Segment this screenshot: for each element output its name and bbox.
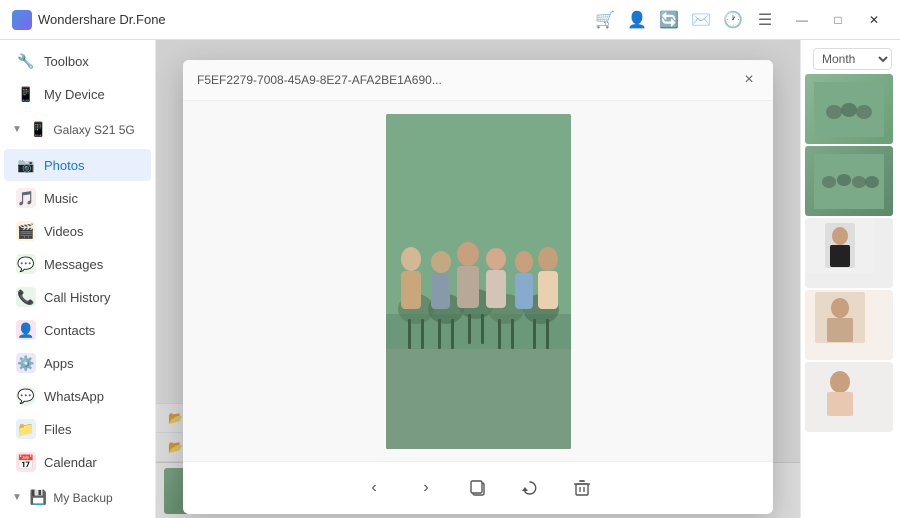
rotate-icon bbox=[521, 479, 539, 497]
messages-icon: 💬 bbox=[16, 254, 36, 274]
sidebar-item-my-device[interactable]: 📱 My Device bbox=[4, 78, 151, 110]
music-icon: 🎵 bbox=[16, 188, 36, 208]
titlebar: Wondershare Dr.Fone 🛒 👤 🔄 ✉️ 🕐 ☰ — □ ✕ bbox=[0, 0, 900, 40]
delete-button[interactable] bbox=[566, 472, 598, 504]
thumb-img-2 bbox=[814, 154, 884, 209]
files-icon: 📁 bbox=[16, 419, 36, 439]
maximize-button[interactable]: □ bbox=[824, 11, 852, 29]
sidebar-label-call-history: Call History bbox=[44, 290, 110, 305]
delete-icon bbox=[573, 479, 591, 497]
backup-caret: ▼ bbox=[12, 492, 22, 503]
thumb-grid bbox=[801, 74, 900, 436]
sidebar-label-messages: Messages bbox=[44, 257, 103, 272]
month-select[interactable]: Month January February March bbox=[813, 48, 892, 70]
thumb-img-3 bbox=[805, 218, 875, 273]
sidebar-item-toolbox[interactable]: 🔧 Toolbox bbox=[4, 45, 151, 77]
sidebar-label-contacts: Contacts bbox=[44, 323, 95, 338]
sidebar-item-messages[interactable]: 💬 Messages bbox=[4, 248, 151, 280]
user-icon[interactable]: 👤 bbox=[628, 11, 646, 29]
apps-icon: ⚙️ bbox=[16, 353, 36, 373]
modal-title: F5EF2279-7008-45A9-8E27-AFA2BE1A690... bbox=[197, 73, 442, 87]
backup-icon: 💾 bbox=[30, 489, 47, 506]
window-controls: — □ ✕ bbox=[788, 11, 888, 29]
thumb-item-1[interactable] bbox=[805, 74, 893, 144]
sidebar-label-toolbox: Toolbox bbox=[44, 54, 89, 69]
app-icon bbox=[12, 10, 32, 30]
sidebar-top-section: 🔧 Toolbox 📱 My Device bbox=[0, 40, 155, 115]
call-history-icon: 📞 bbox=[16, 287, 36, 307]
backup-label-text: My Backup bbox=[53, 491, 112, 505]
app-title: Wondershare Dr.Fone bbox=[38, 12, 166, 27]
copy-button[interactable] bbox=[462, 472, 494, 504]
whatsapp-icon: 💬 bbox=[16, 386, 36, 406]
photo-image bbox=[386, 114, 571, 449]
sidebar-label-videos: Videos bbox=[44, 224, 84, 239]
minimize-button[interactable]: — bbox=[788, 11, 816, 29]
sidebar-label-calendar: Calendar bbox=[44, 455, 97, 470]
device-name: Galaxy S21 5G bbox=[53, 123, 134, 137]
sidebar: 🔧 Toolbox 📱 My Device ▼ 📱 Galaxy S21 5G … bbox=[0, 40, 156, 518]
sidebar-item-videos[interactable]: 🎬 Videos bbox=[4, 215, 151, 247]
mail-icon[interactable]: ✉️ bbox=[692, 11, 710, 29]
modal-header: F5EF2279-7008-45A9-8E27-AFA2BE1A690... × bbox=[183, 60, 773, 101]
content-area: F5EF2279-7008-45A9-8E27-AFA2BE1A690... × bbox=[156, 40, 800, 518]
calendar-icon: 📅 bbox=[16, 452, 36, 472]
sidebar-label-photos: Photos bbox=[44, 158, 84, 173]
copy-icon bbox=[469, 479, 487, 497]
sidebar-item-whatsapp[interactable]: 💬 WhatsApp bbox=[4, 380, 151, 412]
sidebar-item-apps[interactable]: ⚙️ Apps bbox=[4, 347, 151, 379]
sidebar-item-calendar[interactable]: 📅 Calendar bbox=[4, 446, 151, 478]
thumb-panel: Month January February March bbox=[800, 40, 900, 518]
backup-section-header: ▼ 💾 My Backup bbox=[0, 483, 155, 512]
modal-overlay: F5EF2279-7008-45A9-8E27-AFA2BE1A690... × bbox=[156, 40, 800, 518]
close-button[interactable]: ✕ bbox=[860, 11, 888, 29]
device-icon: 📱 bbox=[30, 121, 47, 138]
rotate-button[interactable] bbox=[514, 472, 546, 504]
thumb-item-4[interactable] bbox=[805, 290, 893, 360]
thumb-panel-header: Month January February March bbox=[801, 40, 900, 74]
sidebar-item-contacts[interactable]: 👤 Contacts bbox=[4, 314, 151, 346]
menu-icon[interactable]: ☰ bbox=[756, 11, 774, 29]
sidebar-device-section: 📷 Photos 🎵 Music 🎬 Videos 💬 Messages 📞 C… bbox=[0, 144, 155, 483]
sidebar-item-music[interactable]: 🎵 Music bbox=[4, 182, 151, 214]
backup-items-list: Galaxy S21 5G 03/ iPhone sdsd 03/ Amc-11… bbox=[0, 512, 155, 518]
image-viewer-modal: F5EF2279-7008-45A9-8E27-AFA2BE1A690... × bbox=[183, 60, 773, 514]
thumb-item-3[interactable] bbox=[805, 218, 893, 288]
sidebar-label-apps: Apps bbox=[44, 356, 74, 371]
thumb-item-5[interactable] bbox=[805, 362, 893, 432]
videos-icon: 🎬 bbox=[16, 221, 36, 241]
thumb-img-1 bbox=[814, 82, 884, 137]
sidebar-label-files: Files bbox=[44, 422, 71, 437]
device-caret: ▼ bbox=[12, 124, 22, 135]
modal-image-area bbox=[183, 101, 773, 461]
sidebar-item-photos[interactable]: 📷 Photos bbox=[4, 149, 151, 181]
main-layout: 🔧 Toolbox 📱 My Device ▼ 📱 Galaxy S21 5G … bbox=[0, 40, 900, 518]
photos-icon: 📷 bbox=[16, 155, 36, 175]
sidebar-item-files[interactable]: 📁 Files bbox=[4, 413, 151, 445]
refresh-icon[interactable]: 🔄 bbox=[660, 11, 678, 29]
app-logo: Wondershare Dr.Fone bbox=[12, 10, 596, 30]
thumb-img-4 bbox=[805, 290, 875, 345]
backup-item-0[interactable]: Galaxy S21 5G 03/ bbox=[0, 512, 155, 518]
toolbox-icon: 🔧 bbox=[16, 51, 36, 71]
modal-toolbar: ‹ › bbox=[183, 461, 773, 514]
history-icon[interactable]: 🕐 bbox=[724, 11, 742, 29]
sidebar-label-whatsapp: WhatsApp bbox=[44, 389, 104, 404]
sidebar-item-call-history[interactable]: 📞 Call History bbox=[4, 281, 151, 313]
sidebar-label-music: Music bbox=[44, 191, 78, 206]
next-button[interactable]: › bbox=[410, 472, 442, 504]
prev-button[interactable]: ‹ bbox=[358, 472, 390, 504]
cart-icon[interactable]: 🛒 bbox=[596, 11, 614, 29]
thumb-item-2[interactable] bbox=[805, 146, 893, 216]
my-device-icon: 📱 bbox=[16, 84, 36, 104]
modal-close-button[interactable]: × bbox=[739, 70, 759, 90]
device-section-header: ▼ 📱 Galaxy S21 5G bbox=[0, 115, 155, 144]
thumb-img-5 bbox=[805, 362, 875, 417]
contacts-icon: 👤 bbox=[16, 320, 36, 340]
sidebar-label-my-device: My Device bbox=[44, 87, 105, 102]
titlebar-icons: 🛒 👤 🔄 ✉️ 🕐 ☰ bbox=[596, 11, 774, 29]
